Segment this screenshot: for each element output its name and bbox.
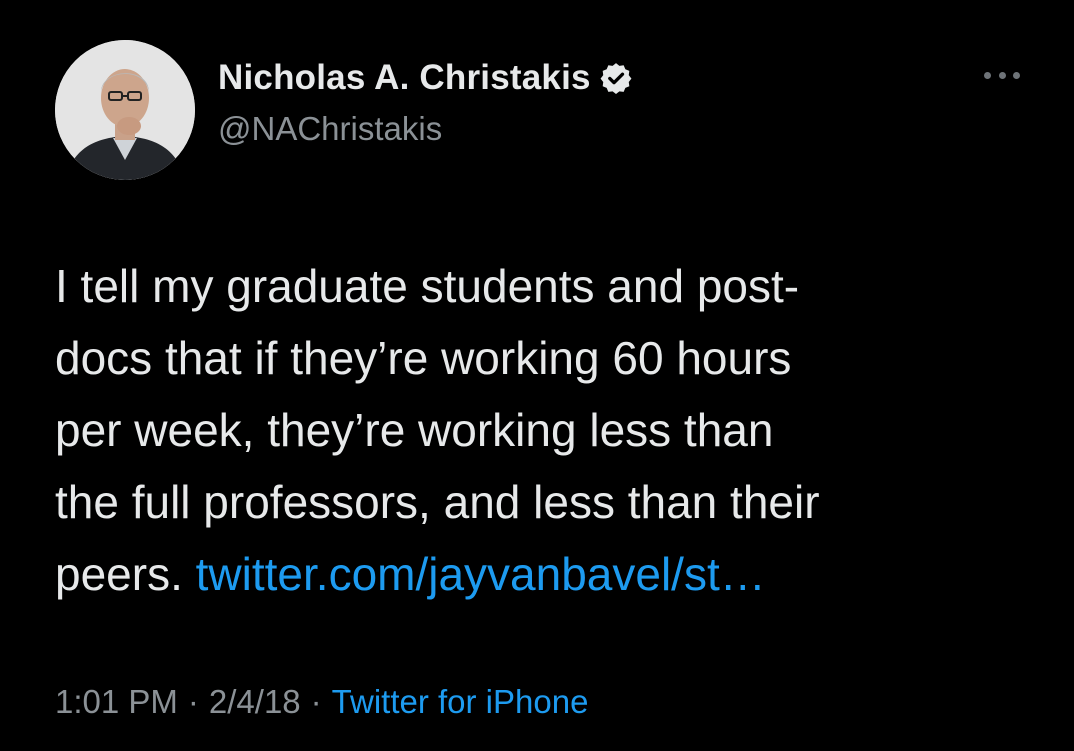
- tweet-time[interactable]: 1:01 PM: [55, 683, 178, 721]
- tweet-text: I tell my graduate students and post- do…: [55, 250, 1045, 610]
- tweet-meta: 1:01 PM · 2/4/18 · Twitter for iPhone: [55, 683, 588, 721]
- tweet-source-link[interactable]: Twitter for iPhone: [332, 683, 589, 721]
- meta-separator: ·: [310, 683, 322, 720]
- tweet-card: Nicholas A. Christakis @NAChristakis I t…: [0, 0, 1074, 751]
- avatar[interactable]: [55, 40, 195, 180]
- more-horizontal-icon[interactable]: [984, 64, 1020, 86]
- tweet-text-line: per week, they’re working less than: [55, 404, 774, 456]
- author-name-row: Nicholas A. Christakis: [218, 56, 633, 100]
- tweet-link[interactable]: twitter.com/jayvanbavel/st…: [196, 548, 766, 600]
- more-dot: [984, 71, 991, 79]
- tweet-text-line: I tell my graduate students and post-: [55, 260, 800, 312]
- tweet-text-line: the full professors, and less than their: [55, 476, 820, 528]
- meta-separator: ·: [187, 683, 199, 720]
- tweet-text-line: docs that if they’re working 60 hours: [55, 332, 792, 384]
- verified-badge-icon: [599, 61, 633, 95]
- profile-photo-icon: [55, 40, 195, 180]
- more-dot: [1013, 71, 1020, 79]
- tweet-date[interactable]: 2/4/18: [209, 683, 301, 721]
- author-display-name[interactable]: Nicholas A. Christakis: [218, 58, 591, 98]
- tweet-text-prefix: peers.: [55, 548, 196, 600]
- tweet-text-last-line: peers. twitter.com/jayvanbavel/st…: [55, 538, 1045, 610]
- more-dot: [998, 71, 1006, 79]
- author-handle[interactable]: @NAChristakis: [218, 110, 442, 148]
